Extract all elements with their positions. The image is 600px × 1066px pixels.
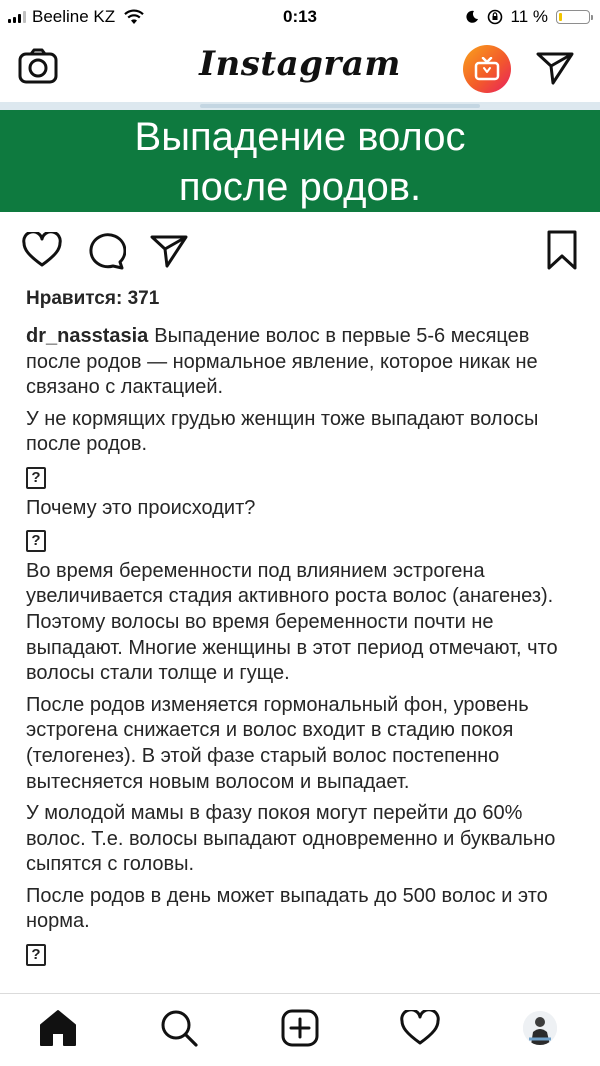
app-header: Instagram <box>0 34 600 102</box>
search-tab[interactable] <box>157 1006 201 1050</box>
bottom-tab-bar <box>0 993 600 1066</box>
like-heart-icon[interactable] <box>22 232 62 268</box>
caption-paragraph: ? <box>26 527 582 553</box>
post-actions <box>0 220 600 276</box>
post-caption: dr_nasstasia Выпадение волос в первые 5-6… <box>26 324 582 973</box>
caption-paragraph: После родов в день может выпадать до 500… <box>26 884 548 933</box>
profile-tab[interactable] <box>518 1006 562 1050</box>
caption-paragraph: Почему это происходит? <box>26 496 256 519</box>
igtv-icon[interactable] <box>463 45 511 93</box>
new-post-icon <box>281 1009 319 1047</box>
caption-paragraph: У молодой мамы в фазу покоя могут перейт… <box>26 802 556 876</box>
status-right: 11 % <box>465 7 593 27</box>
share-icon[interactable] <box>150 234 188 268</box>
status-bar: Beeline KZ 0:13 11 % <box>0 0 600 34</box>
question-emoji-icon: ? <box>26 944 46 967</box>
post-image-title: Выпадение волос после родов. <box>0 112 600 212</box>
caption-paragraph: ? <box>26 941 582 967</box>
moon-icon <box>465 10 478 23</box>
post-image-title-line2: после родов. <box>178 165 422 209</box>
question-emoji-icon: ? <box>26 466 46 489</box>
caption-paragraph: Во время беременности под влиянием эстро… <box>26 559 558 685</box>
battery-icon <box>556 10 593 24</box>
post-image-title-line1: Выпадение волос <box>134 115 466 159</box>
home-tab[interactable] <box>36 1006 80 1050</box>
caption-paragraph: У не кормящих грудью женщин тоже выпадаю… <box>26 407 539 456</box>
save-bookmark-icon[interactable] <box>546 230 578 270</box>
rotation-lock-icon <box>487 9 502 25</box>
new-post-tab[interactable] <box>278 1006 322 1050</box>
battery-level-fill <box>559 13 562 21</box>
comment-icon[interactable] <box>86 232 126 270</box>
post-image[interactable]: Выпадение волос после родов. <box>0 102 600 212</box>
image-top-edge <box>0 102 600 110</box>
battery-percent: 11 % <box>510 7 549 26</box>
caption-username[interactable]: dr_nasstasia <box>26 325 148 347</box>
activity-tab[interactable] <box>398 1006 442 1050</box>
home-icon <box>40 1010 76 1046</box>
question-emoji-icon: ? <box>26 530 46 553</box>
caption-paragraph: dr_nasstasia Выпадение волос в первые 5-6… <box>26 324 582 401</box>
search-icon <box>161 1010 198 1047</box>
profile-avatar <box>523 1011 557 1045</box>
caption-paragraph: ? <box>26 464 582 490</box>
direct-message-icon[interactable] <box>536 51 574 85</box>
activity-heart-icon <box>400 1010 440 1045</box>
likes-count[interactable]: Нравится: 371 <box>26 288 159 310</box>
caption-paragraph: После родов изменяется гормональный фон,… <box>26 693 529 793</box>
